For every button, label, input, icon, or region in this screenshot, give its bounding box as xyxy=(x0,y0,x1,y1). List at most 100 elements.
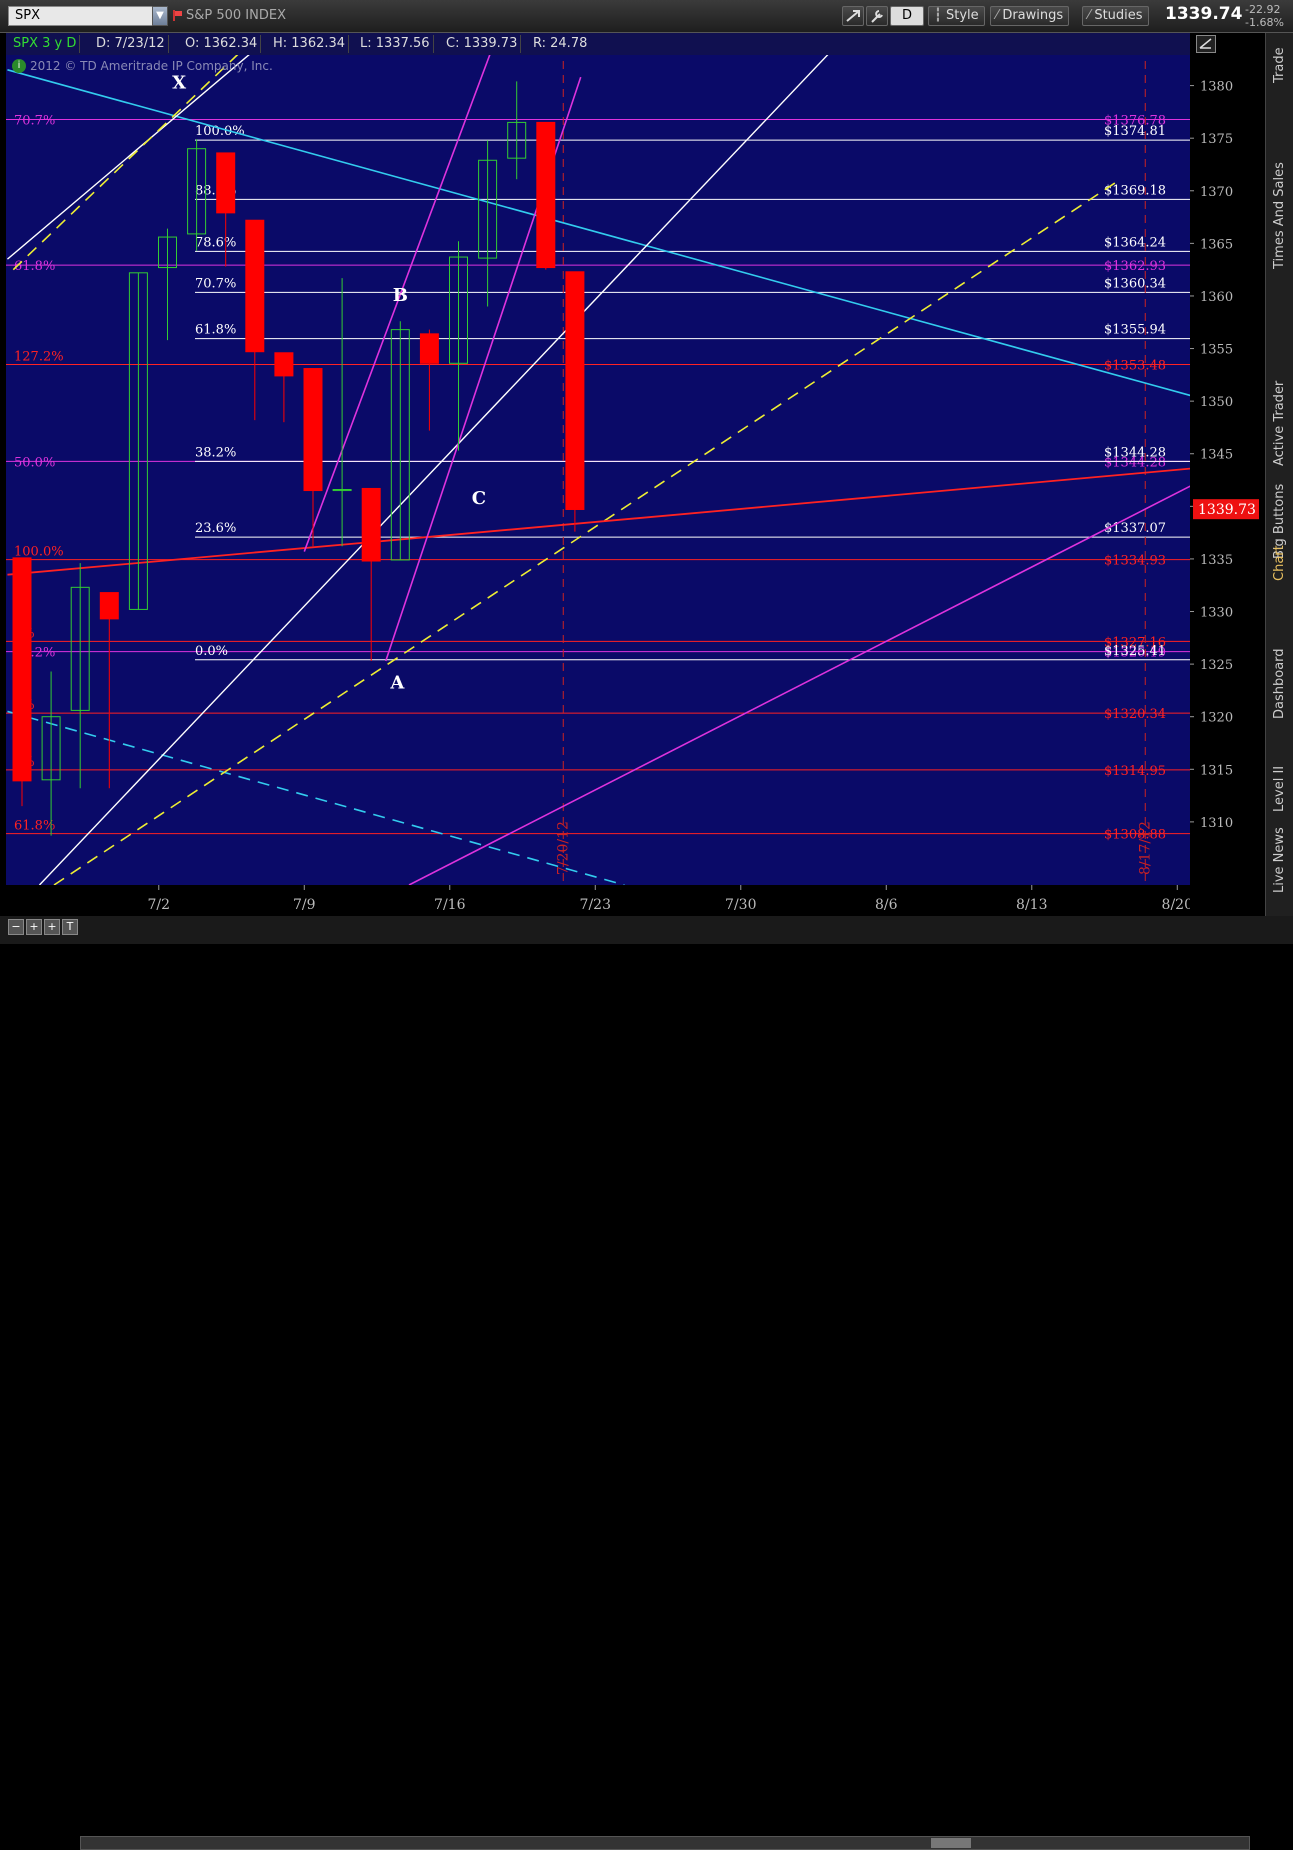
y-tick-label: 1335 xyxy=(1200,553,1233,568)
chart-canvas[interactable]: 70.7% $1376.78 61.8% $1362.93 50.0% $1344.28 3… xyxy=(6,33,1190,885)
price-axis-labels: 1310131513201325133013351340134513501355… xyxy=(1190,80,1259,831)
fib-white-label: 100.0% xyxy=(195,124,245,139)
info-open: O: 1362.34 xyxy=(182,35,262,53)
fib-magenta-label: 50.0% xyxy=(14,455,55,470)
candle-body xyxy=(245,219,265,353)
wrench-icon xyxy=(871,10,883,23)
copyright-text: 2012 © TD Ameritrade IP Company, Inc. xyxy=(30,59,273,73)
studies-button[interactable]: ⁄ Studies xyxy=(1082,6,1149,26)
style-icon: ┇ xyxy=(934,8,946,23)
fib-white-price: $1337.07 xyxy=(1104,521,1166,536)
candle-body xyxy=(361,487,381,562)
style-button[interactable]: ┇ Style xyxy=(928,6,985,26)
y-tick-label: 1380 xyxy=(1200,80,1233,95)
scroll-thumb[interactable] xyxy=(931,1838,971,1848)
fib-red-price: $1320.34 xyxy=(1104,707,1166,722)
fib-magenta-price: $1362.93 xyxy=(1104,259,1166,274)
fib-white-label: 38.2% xyxy=(195,445,236,460)
y-tick-label: 1320 xyxy=(1200,711,1233,726)
pattern-point-label: X xyxy=(172,73,186,94)
fib-red-label: 61.8% xyxy=(14,819,55,834)
side-tab-label: Level II xyxy=(1272,765,1287,812)
x-tick-label: 7/23 xyxy=(580,897,611,913)
side-tab-label: Active Trader xyxy=(1272,380,1287,466)
time-scrollbar[interactable] xyxy=(80,1836,1250,1850)
candle-body xyxy=(12,557,32,782)
price-axis[interactable]: 1310131513201325133013351340134513501355… xyxy=(1190,33,1262,885)
studies-label: Studies xyxy=(1094,8,1143,23)
zoom-out-button[interactable]: − xyxy=(8,919,24,935)
drawings-button[interactable]: ⁄ Drawings xyxy=(990,6,1070,26)
symbol-dropdown-button[interactable]: ▼ xyxy=(152,6,168,26)
pattern-point-label: C xyxy=(472,488,486,509)
pattern-point-label: B xyxy=(393,285,408,306)
settings-button[interactable] xyxy=(866,6,888,26)
fib-white-price: $1360.34 xyxy=(1104,276,1166,291)
candle-body xyxy=(303,368,323,492)
fib-white-price: $1344.28 xyxy=(1104,445,1166,460)
fib-white-price: $1364.24 xyxy=(1104,235,1166,250)
fib-red-price: $1314.95 xyxy=(1104,764,1166,779)
fit-button[interactable]: + xyxy=(44,919,60,935)
y-tick-label: 1370 xyxy=(1200,185,1233,200)
date-axis[interactable]: 7/2 7/9 7/16 7/23 7/30 8/6 8/13 8/20 xyxy=(6,885,1190,915)
candle-body xyxy=(274,352,294,377)
fib-white-label: 23.6% xyxy=(195,521,236,536)
vertical-date-label: 8/17/12 xyxy=(1137,821,1153,875)
side-tab-label: Chart xyxy=(1272,545,1287,581)
red-trendline xyxy=(7,467,1190,576)
y-tick-label: 1350 xyxy=(1200,395,1233,410)
chart-label[interactable]: SPX 3 y D xyxy=(10,35,81,53)
side-tab-label: Live News xyxy=(1272,827,1287,894)
toolbar: SPX ▼ S&P 500 INDEX D ┇ Style ⁄ Drawings… xyxy=(0,0,1293,33)
info-range: R: 24.78 xyxy=(533,36,588,51)
fib-white-label: 0.0% xyxy=(195,644,228,659)
candle-body xyxy=(216,152,236,214)
side-tab-label: Trade xyxy=(1272,47,1287,83)
fib-white-label: 78.6% xyxy=(195,235,236,250)
info-date: D: 7/23/12 xyxy=(93,35,169,53)
symbol-input[interactable]: SPX xyxy=(8,6,168,26)
zoom-in-button[interactable]: + xyxy=(26,919,42,935)
net-change: -22.92 xyxy=(1245,3,1281,16)
fib-magenta-label: 70.7% xyxy=(14,113,55,128)
fib-red-label: 127.2% xyxy=(14,350,64,365)
zoom-tool-button[interactable] xyxy=(842,6,864,26)
flag-icon xyxy=(173,10,182,21)
current-price-tag: 1339.73 xyxy=(1198,502,1256,518)
x-tick-label: 7/2 xyxy=(148,897,171,913)
y-tick-label: 1375 xyxy=(1200,132,1233,147)
price-chart[interactable]: 70.7% $1376.7861.8% $1362.9350.0% $1344.283… xyxy=(6,33,1190,885)
y-tick-label: 1355 xyxy=(1200,343,1233,358)
cyan-trendline xyxy=(7,69,1190,397)
side-tab-label: Dashboard xyxy=(1272,648,1287,720)
info-low: L: 1337.56 xyxy=(357,35,434,53)
fib-red-price: $1308.88 xyxy=(1104,828,1166,843)
side-tab-bar: Trade Times And Sales Active Trader Big But… xyxy=(1265,33,1293,916)
fib-white-price: $1355.94 xyxy=(1104,323,1166,338)
last-price: 1339.74 xyxy=(1165,4,1243,24)
symbol-text: SPX xyxy=(15,8,40,23)
magenta-channel-lower xyxy=(408,485,1190,885)
style-label: Style xyxy=(945,8,979,23)
axis-settings-button[interactable] xyxy=(1196,35,1216,53)
percent-change: -1.68% xyxy=(1245,16,1284,29)
y-tick-label: 1325 xyxy=(1200,658,1233,673)
candle-body xyxy=(565,271,585,510)
fib-white-label: 61.8% xyxy=(195,323,236,338)
status-icon: i xyxy=(12,59,26,73)
x-tick-label: 7/16 xyxy=(434,897,466,913)
bottom-bar xyxy=(0,916,1293,1850)
y-tick-label: 1330 xyxy=(1200,606,1233,621)
text-tool-button[interactable]: T xyxy=(62,919,78,935)
y-tick-label: 1365 xyxy=(1200,237,1233,252)
fib-red-price: $1334.93 xyxy=(1104,554,1166,569)
y-tick-label: 1360 xyxy=(1200,290,1233,305)
fib-white-label: 70.7% xyxy=(195,276,236,291)
y-tick-label: 1310 xyxy=(1200,816,1233,831)
period-button[interactable]: D xyxy=(890,6,924,26)
fib-white-price: $1374.81 xyxy=(1104,124,1166,139)
x-tick-label: 7/30 xyxy=(725,897,756,913)
fib-magenta-label: 61.8% xyxy=(14,259,55,274)
draw-icon xyxy=(1199,38,1212,49)
